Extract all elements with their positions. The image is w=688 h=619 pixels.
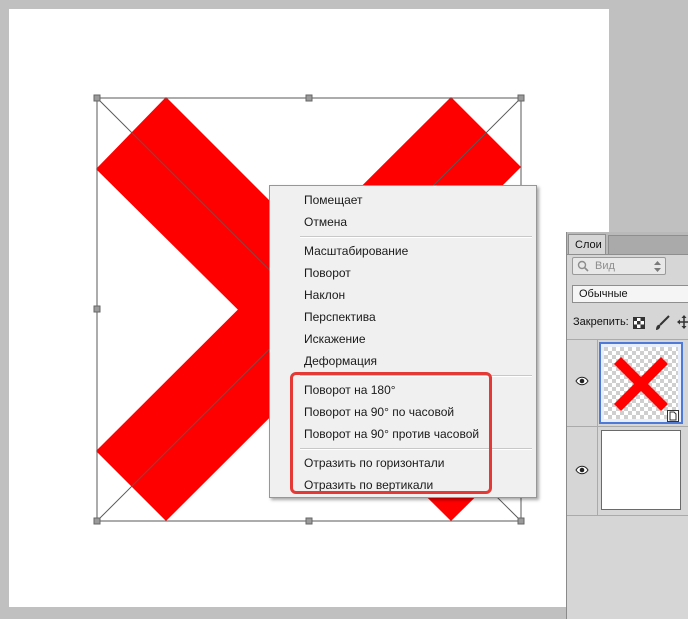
menu-item-distort[interactable]: Искажение [304,331,366,347]
thumbnail-red-x-icon [604,347,678,419]
brush-icon[interactable] [654,315,670,331]
handle-top-left [93,94,101,102]
handle-middle-left [93,305,101,313]
layer-row-red-x[interactable] [567,339,688,426]
handle-bottom-left [93,517,101,525]
layer-thumbnail-red-x [599,342,683,424]
menu-item-skew[interactable]: Наклон [304,287,345,303]
panel-tab-bar: Слои [567,232,688,255]
layer-row-background[interactable] [567,426,688,515]
layer-filter-label: Вид [595,260,615,272]
menu-item-warp[interactable]: Деформация [304,353,377,369]
menu-item-scale[interactable]: Масштабирование [304,243,408,259]
visibility-toggle[interactable] [567,427,598,515]
free-transform-context-menu: Помещает Отмена Масштабирование Поворот … [269,185,537,498]
menu-item-rotate[interactable]: Поворот [304,265,351,281]
menu-item-rotate-90-ccw[interactable]: Поворот на 90° против часовой [304,426,479,442]
eye-icon [575,465,589,475]
tab-layers[interactable]: Слои [568,234,606,254]
smart-object-badge-icon [667,410,679,422]
menu-item-cancel[interactable]: Отмена [304,214,347,230]
visibility-toggle[interactable] [567,340,598,426]
handle-bottom-center [305,517,313,525]
menu-separator [300,375,532,377]
menu-separator [300,236,532,238]
layer-thumbnail-background [601,430,681,510]
menu-item-flip-vertical[interactable]: Отразить по вертикали [304,477,433,493]
menu-item-rotate-180[interactable]: Поворот на 180° [304,382,396,398]
tab-inactive[interactable] [608,235,688,254]
move-icon[interactable] [677,315,688,329]
handle-bottom-right [517,517,525,525]
layer-filter-dropdown[interactable]: Вид [572,257,666,275]
lock-row: Закрепить: [573,315,688,330]
menu-separator [300,448,532,450]
handle-top-right [517,94,525,102]
blend-mode-select[interactable]: Обычные [572,285,688,303]
menu-item-perspective[interactable]: Перспектива [304,309,376,325]
eye-icon [575,376,589,386]
search-icon [577,260,589,272]
lock-label: Закрепить: [573,316,629,328]
panel-divider [567,515,688,516]
lock-transparency-icon[interactable] [633,317,645,329]
menu-item-flip-horizontal[interactable]: Отразить по горизонтали [304,455,444,471]
updown-arrows-icon [654,261,661,272]
menu-item-rotate-90-cw[interactable]: Поворот на 90° по часовой [304,404,454,420]
menu-item-place[interactable]: Помещает [304,192,363,208]
handle-top-center [305,94,313,102]
layers-panel: Слои Вид Обычные Закрепить: [566,232,688,619]
